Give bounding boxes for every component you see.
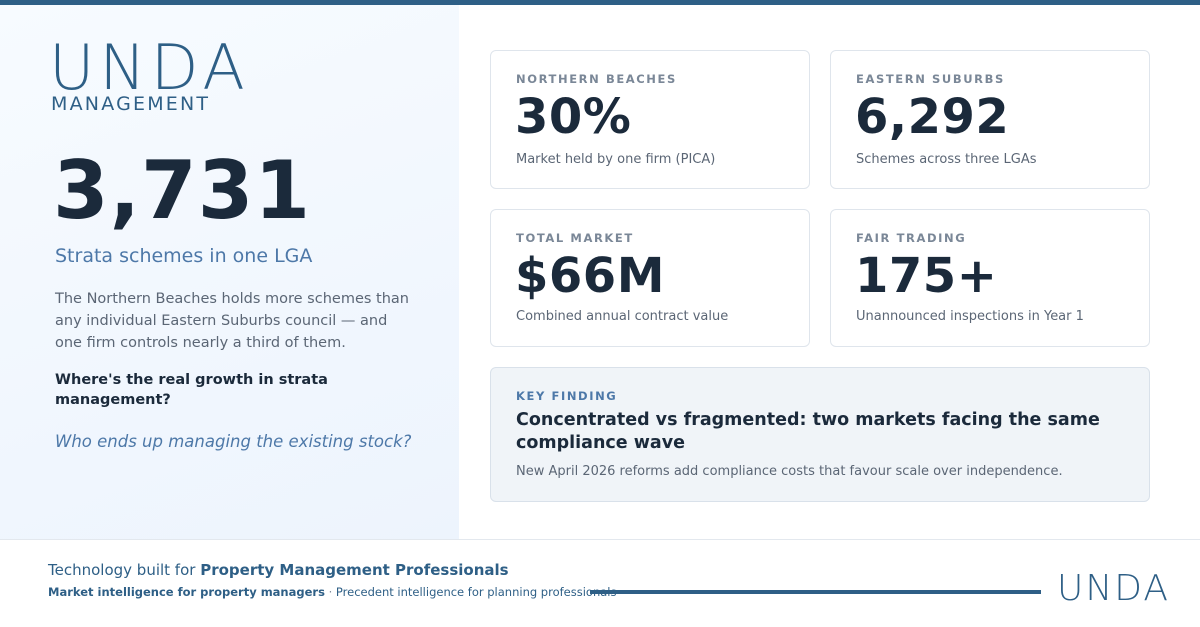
footer-logo-mark: UNDA (1057, 568, 1170, 609)
logo-subtitle: MANAGEMENT (51, 93, 211, 115)
stat-value: 6,292 (855, 89, 1010, 145)
stat-label: FAIR TRADING (856, 231, 967, 245)
subline-secondary: Precedent intelligence for planning prof… (335, 585, 617, 599)
stat-caption: Unannounced inspections in Year 1 (856, 309, 1084, 324)
stat-value: 30% (515, 89, 632, 145)
hero-panel: UNDA MANAGEMENT 3,731 Strata schemes in … (0, 5, 459, 539)
hero-lede: The Northern Beaches holds more schemes … (55, 291, 409, 351)
key-finding-panel: KEY FINDING Concentrated vs fragmented: … (490, 367, 1150, 502)
hero-question: Where's the real growth in strata manage… (55, 372, 328, 408)
tagline-prefix: Technology built for (48, 561, 196, 579)
stat-label: TOTAL MARKET (516, 231, 634, 245)
footer: Technology built for Property Management… (0, 539, 1200, 627)
stat-card-fair-trading: FAIR TRADING 175+ Unannounced inspection… (830, 209, 1150, 347)
footer-subline: Market intelligence for property manager… (48, 585, 616, 599)
footer-tagline: Technology built for Property Management… (48, 561, 509, 579)
stat-card-eastern-suburbs: EASTERN SUBURBS 6,292 Schemes across thr… (830, 50, 1150, 189)
subline-separator: · (328, 585, 333, 599)
stat-card-total-market: TOTAL MARKET $66M Combined annual contra… (490, 209, 810, 347)
hero-number: 3,731 (53, 144, 312, 237)
stat-label: EASTERN SUBURBS (856, 72, 1005, 86)
subline-primary: Market intelligence for property manager… (48, 585, 325, 599)
tagline-emphasis: Property Management Professionals (200, 561, 509, 579)
hero-subtitle: Strata schemes in one LGA (55, 245, 313, 267)
finding-note: New April 2026 reforms add compliance co… (516, 464, 1063, 479)
footer-rule (590, 590, 1041, 594)
stat-value: $66M (515, 248, 665, 304)
stat-caption: Schemes across three LGAs (856, 152, 1037, 167)
finding-headline: Concentrated vs fragmented: two markets … (516, 410, 1100, 453)
stat-caption: Market held by one firm (PICA) (516, 152, 716, 167)
stat-label: NORTHERN BEACHES (516, 72, 677, 86)
logo-wordmark: UNDA (49, 31, 250, 104)
stat-value: 175+ (855, 248, 998, 304)
hero-italic-question: Who ends up managing the existing stock? (55, 432, 412, 451)
stat-card-northern-beaches: NORTHERN BEACHES 30% Market held by one … (490, 50, 810, 189)
finding-label: KEY FINDING (516, 389, 618, 403)
stat-caption: Combined annual contract value (516, 309, 729, 324)
